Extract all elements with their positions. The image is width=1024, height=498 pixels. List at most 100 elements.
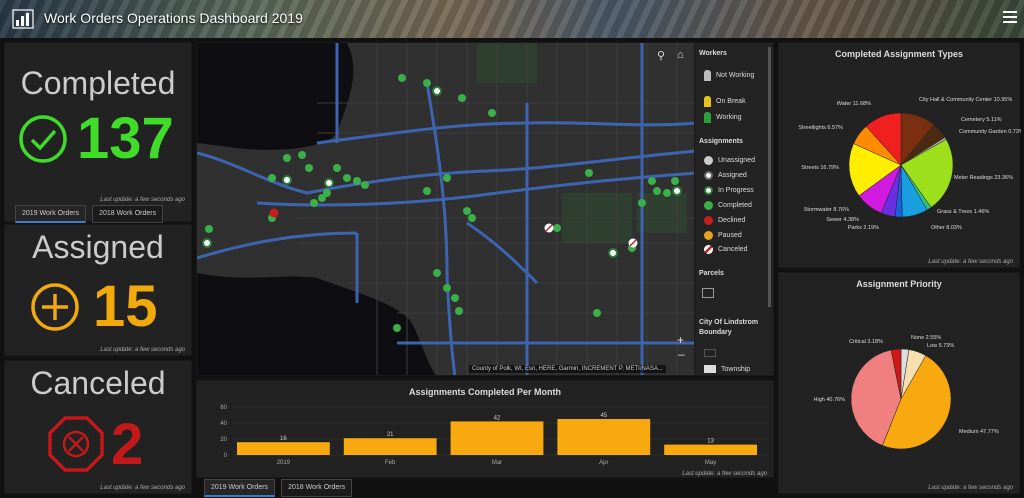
legend-item-declined: Declined [704, 216, 745, 225]
bar-chart-panel: Assignments Completed Per Month 0 20 40 60 1… [196, 380, 774, 478]
assigned-updated: Last update: a few seconds ago [100, 347, 185, 353]
dashboard: Work Orders Operations Dashboard 2019 Co… [0, 0, 1024, 498]
assignment-types-title: Completed Assignment Types [834, 49, 964, 59]
circle-icon [704, 201, 713, 210]
legend-item-city [704, 349, 721, 357]
parcel-swatch-icon [702, 288, 714, 298]
tab-2018-work-orders-chart[interactable]: 2018 Work Orders [281, 479, 353, 497]
legend-item-paused: Paused [704, 231, 742, 240]
map-attribution: County of Polk, WI, Esri, HERE, Garmin, … [469, 365, 666, 373]
circle-icon [704, 171, 713, 180]
x-tick-label: May [705, 460, 716, 466]
cemetery-area [637, 193, 687, 233]
pie-label: High 40.76% [814, 397, 846, 403]
worker-marker-icon [704, 112, 711, 123]
bar-chart-title: Assignments Completed Per Month [408, 387, 561, 397]
bar[interactable] [343, 438, 437, 455]
zoom-in-button[interactable]: + [677, 333, 684, 347]
pie-label: Streets 16.79% [801, 165, 839, 171]
legend-scrollbar[interactable] [768, 47, 771, 307]
completed-value: 137 [77, 106, 174, 171]
check-circle-icon [19, 115, 67, 163]
assignment-types-panel: Completed Assignment Types City Hall & C… [778, 42, 1021, 268]
legend-workers-title: Workers [699, 50, 727, 57]
worker-marker-icon [704, 96, 711, 107]
pie-label: Other 8.03% [931, 225, 962, 231]
pie-label: Meter Readings 23.36% [954, 175, 1013, 181]
circle-icon [704, 231, 713, 240]
legend-item-unassigned: Unassigned [704, 156, 755, 165]
map-home-icon[interactable]: ⌂ [677, 49, 691, 63]
assignment-priority-title: Assignment Priority [856, 279, 942, 289]
legend-assignments-title: Assignments [699, 138, 743, 145]
circle-icon [704, 216, 713, 225]
bar[interactable] [664, 444, 757, 455]
legend-item-township: Township [704, 365, 750, 373]
tab-2019-work-orders[interactable]: 2019 Work Orders [15, 205, 87, 223]
pie-label: Parks 2.19% [848, 225, 879, 231]
tab-2018-work-orders[interactable]: 2018 Work Orders [92, 205, 164, 223]
header-banner: Work Orders Operations Dashboard 2019 [0, 0, 1024, 38]
assignment-priority-panel: Assignment Priority None 2.55% Low 5.73% M… [778, 272, 1020, 494]
bar[interactable] [237, 442, 330, 455]
assignment-priority-updated: Last update: a few seconds ago [928, 485, 1013, 491]
canceled-indicator: Canceled 2 Last update: a few seconds ag… [4, 360, 192, 494]
completed-label: Completed [20, 65, 176, 101]
assigned-indicator: Assigned 15 Last update: a few seconds a… [4, 224, 192, 356]
pie-label: Medium 47.77% [959, 429, 999, 435]
map-panel[interactable]: County of Polk, WI, Esri, HERE, Garmin, … [196, 42, 774, 376]
bar-data-label: 45 [600, 413, 607, 419]
assignment-priority-pie: None 2.55% Low 5.73% Medium 47.77% High 40.… [814, 335, 999, 450]
circle-icon [704, 186, 713, 195]
x-tick-label: Mar [492, 460, 502, 466]
pie-label: Streetlights 6.57% [798, 125, 843, 131]
canceled-circle-icon [704, 245, 713, 254]
y-tick-label: 0 [224, 453, 228, 459]
y-tick-label: 40 [220, 421, 227, 427]
pie-label: Stormwater 8.76% [804, 207, 849, 213]
legend-item-in-progress: In Progress [704, 186, 754, 195]
pie-label: Cemetery 5.11% [961, 117, 1002, 123]
pie-label: Critical 3.18% [849, 339, 883, 345]
pie-label: City Hall & Community Center 10.95% [919, 97, 1012, 103]
map-search-icon[interactable]: ⚲ [657, 49, 671, 63]
canceled-label: Canceled [30, 365, 166, 401]
bar-data-label: 16 [280, 436, 287, 442]
bar[interactable] [557, 419, 651, 455]
y-tick-label: 20 [220, 437, 227, 443]
assignment-types-updated: Last update: a few seconds ago [928, 259, 1013, 265]
lake-north [197, 43, 354, 150]
legend-item-canceled: Canceled [704, 245, 748, 254]
bar-data-label: 13 [707, 439, 714, 445]
x-octagon-icon [48, 416, 104, 472]
x-tick-label: Feb [385, 460, 396, 466]
boundary-swatch-icon [704, 349, 716, 357]
legend-item-on-break: On Break [704, 96, 746, 107]
canceled-updated: Last update: a few seconds ago [100, 485, 185, 491]
bar[interactable] [450, 421, 544, 455]
map-canvas[interactable] [197, 43, 774, 376]
declined-point [269, 208, 279, 218]
zoom-out-button[interactable]: – [678, 347, 685, 361]
bar-chart: 0 20 40 60 16 2019 21 Feb 42 Mar 45 Apr 13 May [220, 405, 767, 466]
pie-label: Grass & Trees 1.46% [937, 209, 989, 215]
menu-icon[interactable] [1002, 10, 1018, 24]
legend-item-completed: Completed [704, 201, 752, 210]
completed-indicator: Completed 137 Last update: a few seconds… [4, 42, 192, 223]
tab-2019-work-orders-chart[interactable]: 2019 Work Orders [204, 479, 276, 497]
bar-chart-updated: Last update: a few seconds ago [682, 471, 767, 477]
pie-label: Sewer 4.38% [826, 217, 859, 223]
assigned-value: 15 [93, 274, 158, 339]
legend-boundary-title: City Of Lindstrom Boundary [699, 319, 759, 336]
x-tick-label: 2019 [277, 460, 291, 466]
bar-data-label: 21 [387, 432, 394, 438]
legend-parcels-title: Parcels [699, 270, 724, 277]
assignment-types-pie: City Hall & Community Center 10.95% Cemet… [798, 97, 1021, 231]
assigned-label: Assigned [32, 229, 164, 265]
legend-item-assigned: Assigned [704, 171, 747, 180]
bar-data-label: 42 [494, 415, 501, 421]
legend-item-not-working: Not Working [704, 70, 756, 81]
x-tick-label: Apr [599, 460, 608, 466]
pie-label: Water 11.68% [837, 101, 871, 107]
circle-icon [704, 156, 713, 165]
